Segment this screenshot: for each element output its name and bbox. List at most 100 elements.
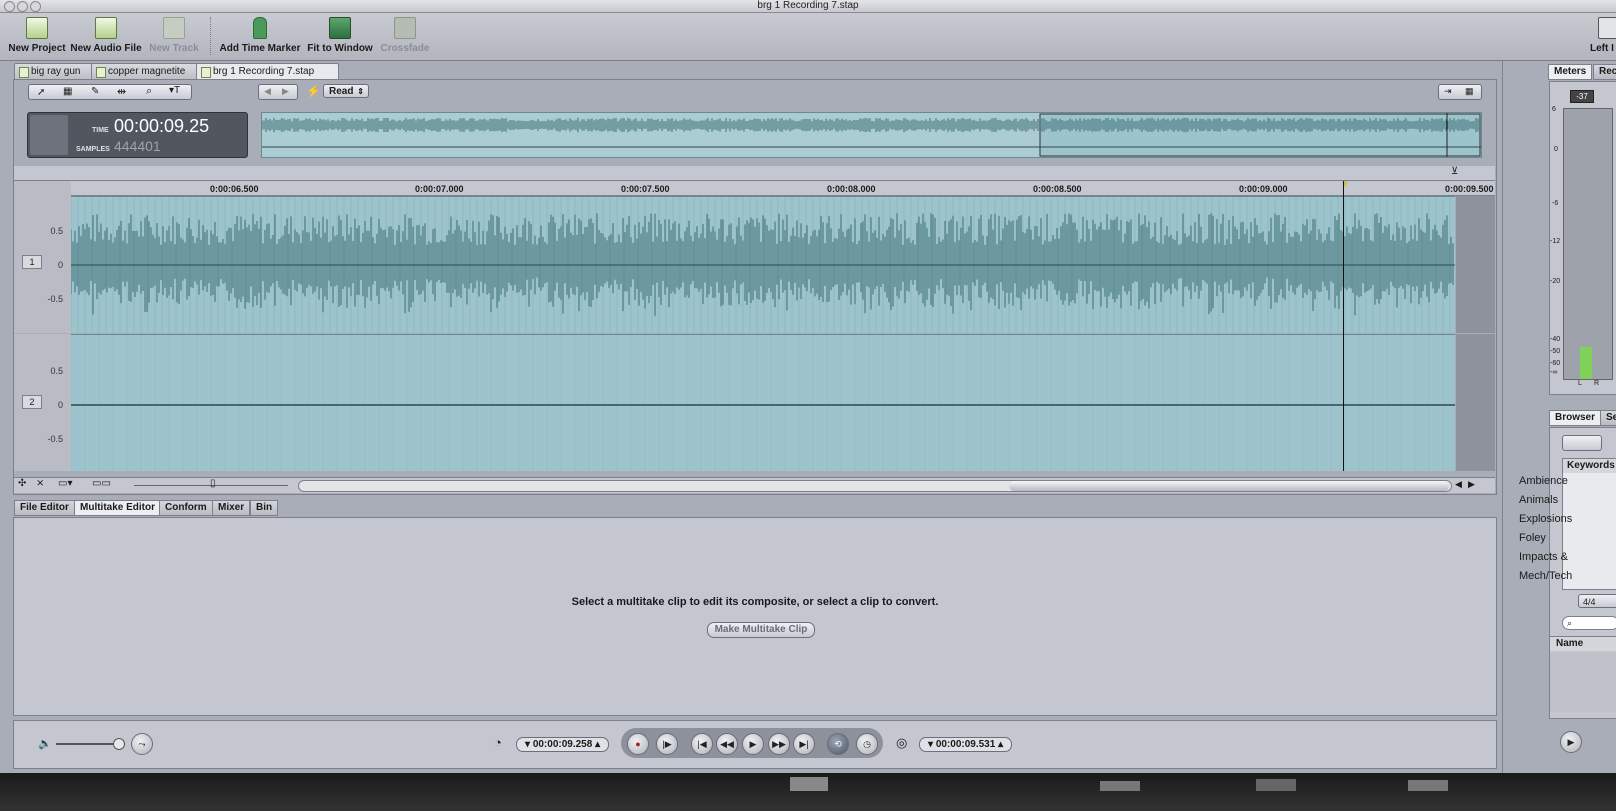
back-arrow-icon[interactable]: ◀ bbox=[264, 86, 271, 97]
snap-icon[interactable]: ✣ bbox=[18, 478, 26, 489]
new-track-button[interactable]: New Track bbox=[148, 17, 200, 54]
dock-item[interactable] bbox=[1100, 781, 1140, 791]
scroll-left-icon[interactable]: ◀ bbox=[1455, 479, 1462, 490]
add-time-marker-button[interactable]: Add Time Marker bbox=[219, 17, 301, 54]
record-button[interactable]: ● bbox=[627, 733, 649, 755]
keyword-item[interactable]: Impacts & bbox=[1519, 551, 1568, 563]
doc-tab-brg-recording[interactable]: brg 1 Recording 7.stap bbox=[196, 63, 339, 80]
keyword-item[interactable]: Ambience bbox=[1519, 475, 1568, 487]
new-project-button[interactable]: New Project bbox=[8, 17, 66, 54]
track-2-header[interactable]: 2 0.5 0 -0.5 bbox=[14, 334, 72, 471]
output-routing-icon[interactable]: ⤳ bbox=[131, 733, 153, 755]
record-enable-icon[interactable] bbox=[30, 115, 68, 155]
keyword-item[interactable]: Explosions bbox=[1519, 513, 1572, 525]
track-1-clip[interactable] bbox=[70, 196, 1455, 333]
dock-item[interactable] bbox=[790, 777, 828, 791]
multitake-message: Select a multitake clip to edit its comp… bbox=[571, 596, 939, 608]
minimize-window-button[interactable] bbox=[17, 1, 28, 12]
scroll-right-icon[interactable]: ▶ bbox=[1468, 479, 1475, 490]
timecode-display: TIME 00:00:09.25 SAMPLES 444401 bbox=[27, 112, 248, 158]
meters-panel: -37 6 0 -6 -12 -20 -40 -50 -60 -∞ L R bbox=[1549, 81, 1616, 395]
spectrum-view-icon[interactable]: ▦ bbox=[1465, 86, 1474, 97]
doc-tab-big-ray-gun[interactable]: big ray gun bbox=[14, 63, 102, 80]
playhead-timecode-field[interactable]: ▾ 00:00:09.258 ▴ bbox=[516, 737, 610, 752]
height-icon[interactable]: ▭▾ bbox=[58, 478, 72, 489]
tab-conform[interactable]: Conform bbox=[159, 500, 213, 516]
track-1-header[interactable]: 1 0.5 0 -0.5 bbox=[14, 196, 72, 333]
end-marker-icon[interactable]: ⊻ bbox=[1451, 166, 1458, 177]
scrub-tool-icon[interactable]: ⇹ bbox=[117, 85, 126, 98]
dock-item[interactable] bbox=[1408, 780, 1448, 791]
selection-tool-icon[interactable]: ➚ bbox=[37, 87, 45, 98]
nav-arrows[interactable]: ◀ ▶ bbox=[258, 84, 298, 100]
tab-recording[interactable]: Rec bbox=[1593, 64, 1616, 80]
dock-item[interactable] bbox=[1256, 779, 1296, 791]
tab-bin[interactable]: Bin bbox=[250, 500, 279, 516]
meter-channel-label: L bbox=[1578, 380, 1582, 387]
automation-mode-select[interactable]: Read ⇕ bbox=[323, 84, 369, 98]
volume-slider[interactable] bbox=[56, 743, 118, 745]
tab-mixer[interactable]: Mixer bbox=[212, 500, 251, 516]
ruler-label: 0:00:09.000 bbox=[1239, 184, 1288, 194]
rewind-button[interactable]: ◀◀ bbox=[716, 733, 738, 755]
playhead-marker-icon[interactable]: ▼ bbox=[1340, 179, 1350, 190]
meter-scale-label: -12 bbox=[1550, 238, 1561, 245]
view-toggle[interactable]: ⇥ ▦ bbox=[1438, 84, 1482, 100]
tab-search[interactable]: Se bbox=[1600, 410, 1616, 426]
tab-file-editor[interactable]: File Editor bbox=[14, 500, 75, 516]
forward-arrow-icon[interactable]: ▶ bbox=[282, 86, 289, 97]
loop-button[interactable]: ⟲ bbox=[827, 733, 849, 755]
track-size-icon[interactable]: ▭▭ bbox=[92, 478, 111, 489]
left-panel-icon bbox=[1598, 17, 1616, 39]
scrollbar-thumb[interactable] bbox=[1009, 481, 1449, 491]
browser-play-button[interactable]: ▶ bbox=[1560, 731, 1582, 753]
keyword-item[interactable]: Foley bbox=[1519, 532, 1546, 544]
playhead[interactable] bbox=[1343, 181, 1344, 471]
play-button[interactable]: ▶ bbox=[742, 733, 764, 755]
horizontal-scrollbar[interactable] bbox=[298, 480, 1452, 492]
waveform-view-icon[interactable]: ⇥ bbox=[1444, 86, 1452, 97]
browser-search-field[interactable]: ⌕ bbox=[1562, 616, 1616, 630]
tool-menu-icon[interactable]: ▾T bbox=[169, 85, 180, 96]
keyword-item[interactable]: Animals bbox=[1519, 494, 1558, 506]
time-ruler[interactable]: 0:00:06.500 0:00:07.000 0:00:07.500 0:00… bbox=[71, 179, 1495, 196]
track-number: 1 bbox=[22, 255, 42, 269]
timeline-footer: ✣ ⨯ ▭▾ ▭▭ ▯ ◀ ▶ bbox=[14, 477, 1495, 493]
fit-to-window-button[interactable]: Fit to Window bbox=[307, 17, 373, 54]
keyword-item[interactable]: Mech/Tech bbox=[1519, 570, 1572, 582]
close-window-button[interactable] bbox=[4, 1, 15, 12]
left-panel-button[interactable]: Left I bbox=[1590, 17, 1616, 54]
meter-scale-label: -40 bbox=[1550, 336, 1561, 343]
new-audio-file-button[interactable]: New Audio File bbox=[70, 17, 142, 54]
zoom-tool-icon[interactable]: ⌕ bbox=[146, 85, 152, 98]
link-icon[interactable]: ⨯ bbox=[36, 478, 44, 489]
cycle-button[interactable]: ◷ bbox=[856, 733, 878, 755]
timeslice-tool-icon[interactable]: ▦ bbox=[63, 86, 72, 97]
tab-browser[interactable]: Browser bbox=[1549, 410, 1602, 426]
meter-scale-label: -∞ bbox=[1550, 369, 1558, 376]
zoom-window-button[interactable] bbox=[30, 1, 41, 12]
marker-ruler[interactable]: ⊻ bbox=[14, 166, 1495, 181]
make-multitake-clip-button[interactable]: Make Multitake Clip bbox=[707, 622, 815, 638]
volume-slider-thumb[interactable] bbox=[113, 738, 125, 750]
tab-meters[interactable]: Meters bbox=[1548, 64, 1593, 80]
duration-icon: ◎ bbox=[896, 735, 908, 750]
end-timecode-field[interactable]: ▾ 00:00:09.531 ▴ bbox=[919, 737, 1013, 752]
doc-tab-copper-magnetite[interactable]: copper magnetite bbox=[91, 63, 211, 80]
fast-forward-button[interactable]: ▶▶ bbox=[768, 733, 790, 755]
zoom-slider-thumb-icon[interactable]: ▯ bbox=[210, 478, 216, 489]
crossfade-button[interactable]: Crossfade bbox=[379, 17, 431, 54]
pencil-tool-icon[interactable]: ✎ bbox=[91, 86, 99, 97]
play-from-start-button[interactable]: |▶ bbox=[656, 733, 678, 755]
overview-waveform[interactable] bbox=[261, 112, 1482, 158]
automation-icon: ⚡ bbox=[306, 84, 321, 98]
track-2-clip[interactable] bbox=[70, 334, 1455, 471]
time-signature-select[interactable]: 4/4 bbox=[1578, 594, 1616, 608]
tab-multitake-editor[interactable]: Multitake Editor bbox=[74, 500, 162, 516]
browser-view-toggle[interactable] bbox=[1562, 435, 1602, 451]
go-to-end-button[interactable]: ▶| bbox=[793, 733, 815, 755]
results-list[interactable] bbox=[1550, 652, 1616, 712]
go-to-start-button[interactable]: |◀ bbox=[691, 733, 713, 755]
toolbar-separator bbox=[210, 17, 212, 55]
meter-scale-label: -50 bbox=[1550, 348, 1561, 355]
